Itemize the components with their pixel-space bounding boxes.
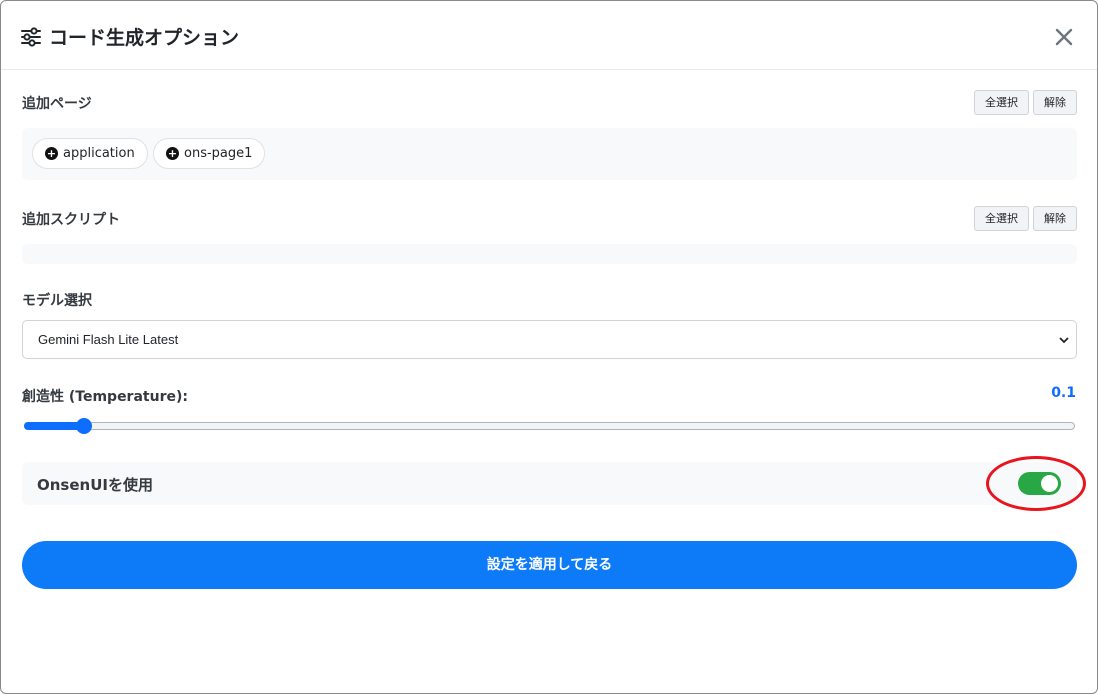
temperature-label: 創造性 (Temperature): xyxy=(22,389,188,405)
apply-settings-button[interactable]: 設定を適用して戻る xyxy=(22,541,1077,589)
temperature-slider-thumb[interactable] xyxy=(75,418,92,434)
model-select[interactable]: Gemini Flash Lite Latest xyxy=(22,320,1077,359)
plus-circle-icon: + xyxy=(45,147,58,160)
additional-pages-label: 追加ページ xyxy=(22,96,92,112)
additional-scripts-label: 追加スクリプト xyxy=(22,212,120,228)
onsenui-toggle-row: OnsenUIを使用 xyxy=(22,462,1077,505)
page-chip-ons-page1[interactable]: + ons-page1 xyxy=(153,138,266,169)
page-chip-label: ons-page1 xyxy=(184,146,253,161)
dialog-header: コード生成オプション xyxy=(1,1,1097,70)
pages-clear-button[interactable]: 解除 xyxy=(1033,90,1077,115)
onsenui-toggle-label: OnsenUIを使用 xyxy=(37,476,153,494)
close-icon[interactable] xyxy=(1052,25,1076,49)
highlight-circle-annotation xyxy=(986,456,1086,511)
pages-select-all-button[interactable]: 全選択 xyxy=(974,90,1029,115)
dialog-title: コード生成オプション xyxy=(49,27,240,49)
sliders-icon xyxy=(21,27,41,47)
code-generation-options-dialog: コード生成オプション 追加ページ 全選択 解除 + application + … xyxy=(0,0,1098,694)
model-select-label: モデル選択 xyxy=(22,293,92,309)
scripts-select-all-button[interactable]: 全選択 xyxy=(974,206,1029,231)
plus-circle-icon: + xyxy=(166,147,179,160)
temperature-slider-fill xyxy=(24,422,84,430)
page-chip-label: application xyxy=(63,146,135,161)
page-chip-application[interactable]: + application xyxy=(32,138,148,169)
temperature-value: 0.1 xyxy=(1051,385,1076,401)
chevron-down-icon xyxy=(1059,337,1069,344)
model-select-value: Gemini Flash Lite Latest xyxy=(38,332,179,347)
additional-scripts-list xyxy=(22,244,1077,264)
temperature-slider[interactable] xyxy=(24,422,1075,430)
additional-pages-list: + application + ons-page1 xyxy=(22,128,1077,180)
scripts-clear-button[interactable]: 解除 xyxy=(1033,206,1077,231)
